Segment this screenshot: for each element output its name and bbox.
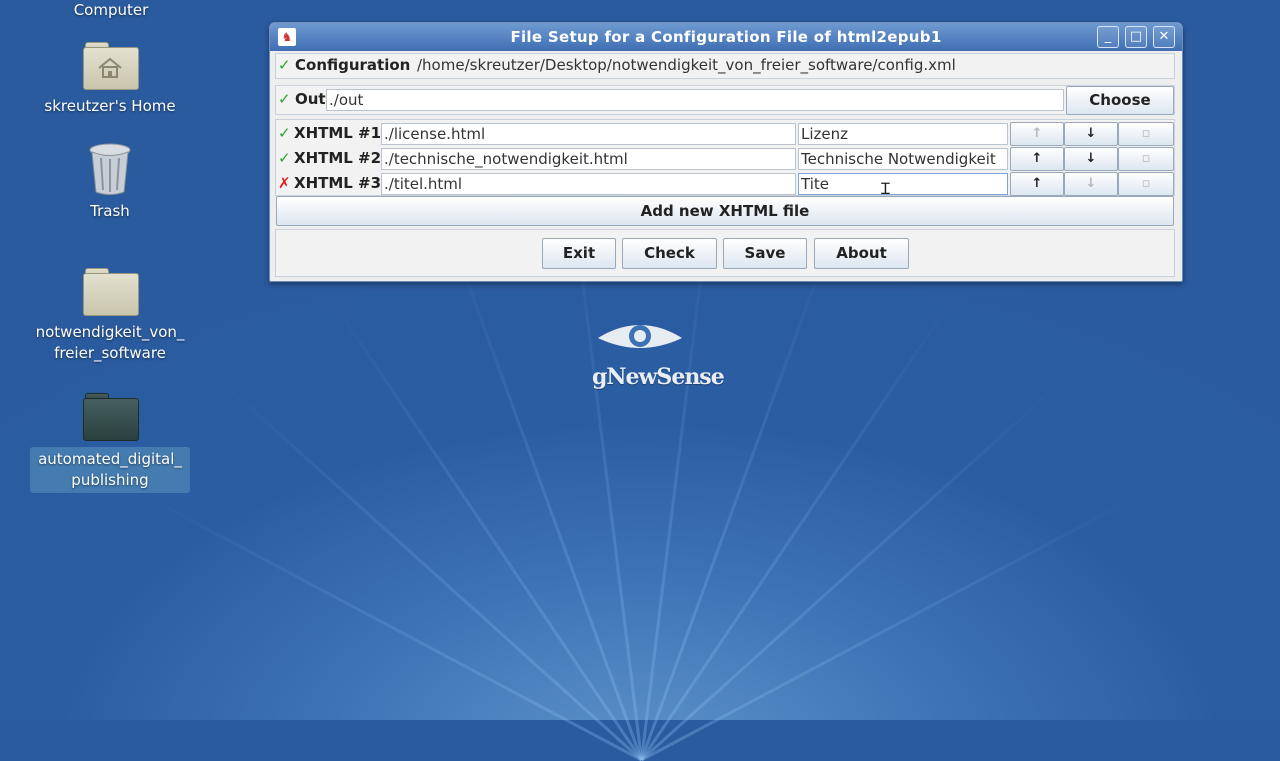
window-titlebar[interactable]: ♞ File Setup for a Configuration File of…: [270, 23, 1182, 51]
desktop-icon-home[interactable]: skreutzer's Home: [30, 42, 190, 117]
xhtml2-status-icon: ✓: [278, 149, 291, 167]
folder-icon: [83, 393, 139, 441]
out-row: ✓ Out ./out Choose: [275, 85, 1175, 115]
desktop-icon-folder-automated[interactable]: automated_digital_ publishing: [30, 393, 190, 493]
minimize-button[interactable]: _: [1097, 26, 1119, 48]
check-button[interactable]: Check: [622, 238, 717, 269]
desktop-icon-trash[interactable]: Trash: [30, 142, 190, 222]
out-status-icon: ✓: [278, 90, 291, 108]
add-xhtml-button[interactable]: Add new XHTML file: [276, 196, 1174, 226]
xhtml1-label: XHTML #1: [294, 124, 382, 142]
out-label: Out: [295, 90, 326, 108]
desktop-icon-label: Trash: [90, 202, 130, 220]
desktop-icon-computer[interactable]: Computer: [31, 0, 191, 21]
desktop-icon-label: automated_digital_ publishing: [30, 447, 190, 493]
desktop-icon-label: notwendigkeit_von_ freier_software: [35, 323, 185, 362]
xhtml2-move-up-button[interactable]: ↑: [1010, 147, 1064, 171]
action-bar: Exit Check Save About: [275, 229, 1175, 277]
desktop-icon-folder-notwendigkeit[interactable]: notwendigkeit_von_ freier_software: [30, 268, 190, 364]
configuration-label: Configuration: [295, 56, 411, 74]
close-button[interactable]: ✕: [1153, 26, 1175, 48]
configuration-row: ✓ Configuration /home/skreutzer/Desktop/…: [275, 53, 1175, 79]
xhtml1-title-input[interactable]: Lizenz: [798, 123, 1008, 145]
xhtml3-move-up-button[interactable]: ↑: [1010, 172, 1064, 196]
folder-icon: [83, 268, 139, 316]
exit-button[interactable]: Exit: [542, 238, 616, 269]
desktop-icon-label: Computer: [73, 1, 149, 19]
save-button[interactable]: Save: [723, 238, 807, 269]
out-input[interactable]: ./out: [326, 89, 1064, 111]
xhtml2-path-input[interactable]: ./technische_notwendigkeit.html: [381, 148, 796, 170]
xhtml3-title-input[interactable]: Tite: [798, 173, 1008, 195]
xhtml3-move-down-button[interactable]: ↓: [1064, 172, 1118, 196]
xhtml-list: ✓ XHTML #1 ./license.html Lizenz ↑ ↓ ▫ ✓…: [275, 119, 1175, 198]
about-button[interactable]: About: [814, 238, 909, 269]
xhtml3-path-input[interactable]: ./titel.html: [381, 173, 796, 195]
window-title: File Setup for a Configuration File of h…: [510, 28, 942, 46]
trash-icon: [88, 142, 132, 196]
xhtml3-label: XHTML #3: [294, 174, 382, 192]
gnewsense-logo: gNewSense: [592, 318, 725, 390]
xhtml1-move-up-button[interactable]: ↑: [1010, 122, 1064, 146]
xhtml1-remove-button[interactable]: ▫: [1118, 122, 1174, 146]
choose-button[interactable]: Choose: [1066, 86, 1174, 115]
xhtml2-move-down-button[interactable]: ↓: [1064, 147, 1118, 171]
xhtml2-remove-button[interactable]: ▫: [1118, 147, 1174, 171]
desktop-icon-label: skreutzer's Home: [44, 97, 176, 115]
configuration-path: /home/skreutzer/Desktop/notwendigkeit_vo…: [417, 56, 956, 74]
eye-logo-icon: [598, 325, 682, 348]
xhtml3-remove-button[interactable]: ▫: [1118, 172, 1174, 196]
xhtml2-title-input[interactable]: Technische Notwendigkeit: [798, 148, 1008, 170]
xhtml2-label: XHTML #2: [294, 149, 382, 167]
xhtml1-path-input[interactable]: ./license.html: [381, 123, 796, 145]
xhtml1-move-down-button[interactable]: ↓: [1064, 122, 1118, 146]
home-folder-icon: [83, 42, 139, 90]
configuration-status-icon: ✓: [278, 56, 291, 74]
logo-text: gNewSense: [592, 364, 725, 390]
setup-window: ♞ File Setup for a Configuration File of…: [269, 22, 1183, 282]
xhtml3-status-icon: ✗: [278, 174, 291, 192]
xhtml1-status-icon: ✓: [278, 124, 291, 142]
maximize-button[interactable]: □: [1125, 26, 1147, 48]
